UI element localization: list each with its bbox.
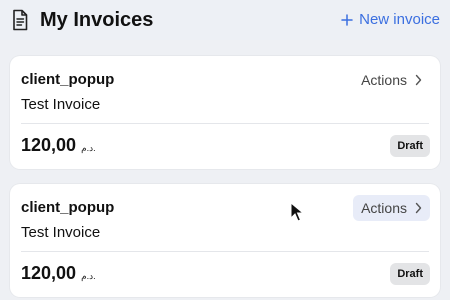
divider: [21, 123, 429, 124]
amount-row: 120,00 د.م.: [21, 261, 96, 285]
client-name: client_popup: [21, 71, 115, 88]
invoice-card[interactable]: client_popup Actions Test Invoice 120,00…: [10, 56, 440, 169]
actions-button[interactable]: Actions: [353, 195, 430, 221]
actions-label: Actions: [361, 200, 407, 216]
invoice-title: Test Invoice: [21, 224, 101, 241]
currency-symbol: د.م.: [81, 143, 96, 153]
invoice-title: Test Invoice: [21, 96, 101, 113]
amount-row: 120,00 د.م.: [21, 133, 96, 157]
divider: [21, 251, 429, 252]
invoice-amount: 120,00: [21, 135, 77, 155]
client-name: client_popup: [21, 199, 115, 216]
invoice-card[interactable]: client_popup Actions Test Invoice 120,00…: [10, 184, 440, 297]
document-icon: [13, 9, 28, 31]
chevron-right-icon: [415, 202, 422, 214]
plus-icon: [341, 14, 353, 26]
new-invoice-button[interactable]: New invoice: [341, 9, 440, 31]
chevron-right-icon: [415, 74, 422, 86]
status-badge: Draft: [390, 135, 430, 157]
header: My Invoices New invoice: [0, 0, 450, 40]
new-invoice-label: New invoice: [359, 11, 440, 28]
currency-symbol: د.م.: [81, 271, 96, 281]
status-badge: Draft: [390, 263, 430, 285]
page-title: My Invoices: [40, 9, 154, 31]
actions-label: Actions: [361, 72, 407, 88]
invoice-list: client_popup Actions Test Invoice 120,00…: [0, 40, 450, 300]
actions-button[interactable]: Actions: [353, 67, 430, 93]
invoice-amount: 120,00: [21, 263, 77, 283]
